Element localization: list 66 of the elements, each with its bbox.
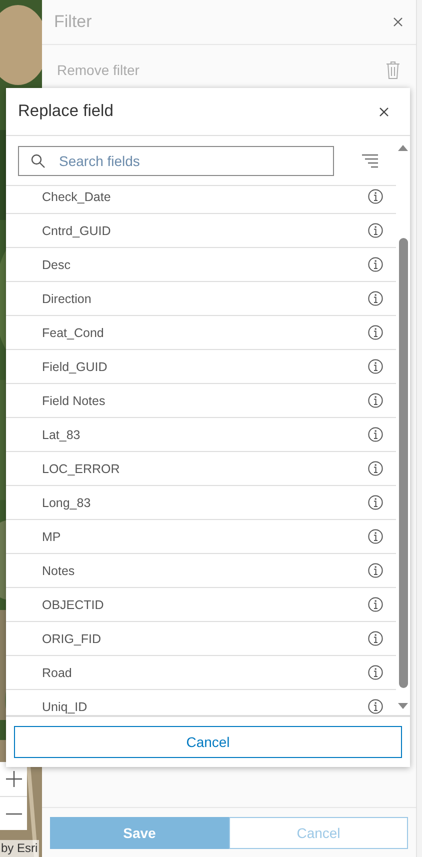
field-item[interactable]: Cntrd_GUID — [42, 224, 111, 238]
field-item[interactable]: Notes — [42, 564, 75, 578]
cancel-button[interactable]: Cancel — [14, 726, 402, 758]
info-button[interactable] — [368, 325, 383, 340]
field-item[interactable]: Long_83 — [42, 496, 91, 510]
info-icon — [368, 665, 383, 680]
close-icon — [392, 16, 404, 28]
field-item[interactable]: MP — [42, 530, 61, 544]
dialog-title: Replace field — [18, 102, 114, 121]
field-item[interactable]: Check_Date — [42, 190, 111, 204]
info-icon — [368, 223, 383, 238]
info-button[interactable] — [368, 223, 383, 238]
info-button[interactable] — [368, 359, 383, 374]
field-item[interactable]: Road — [42, 666, 72, 680]
field-item[interactable]: Desc — [42, 258, 70, 272]
info-button[interactable] — [368, 597, 383, 612]
close-button[interactable] — [392, 16, 404, 28]
info-icon — [368, 631, 383, 646]
info-icon — [368, 461, 383, 476]
info-button[interactable] — [368, 665, 383, 680]
info-icon — [368, 393, 383, 408]
info-button[interactable] — [368, 563, 383, 578]
info-icon — [368, 257, 383, 272]
info-button[interactable] — [368, 257, 383, 272]
minus-icon — [6, 812, 22, 814]
info-icon — [368, 563, 383, 578]
field-item[interactable]: Field Notes — [42, 394, 106, 408]
scroll-up-icon[interactable] — [398, 145, 408, 151]
info-button[interactable] — [368, 461, 383, 476]
info-icon — [368, 359, 383, 374]
panel-title: Filter — [54, 12, 92, 32]
info-icon — [368, 189, 383, 204]
info-icon — [368, 325, 383, 340]
info-icon — [368, 529, 383, 544]
info-button[interactable] — [368, 189, 383, 204]
info-button[interactable] — [368, 699, 383, 714]
scroll-down-icon[interactable] — [398, 703, 408, 709]
info-icon — [368, 291, 383, 306]
field-item[interactable]: OBJECTID — [42, 598, 104, 612]
search-icon — [31, 154, 45, 168]
trash-icon — [386, 61, 400, 79]
scrollbar-thumb[interactable] — [398, 238, 408, 688]
field-item[interactable]: LOC_ERROR — [42, 462, 120, 476]
close-button[interactable] — [378, 106, 390, 118]
plus-icon — [6, 771, 22, 787]
search-field[interactable]: Search fields — [18, 146, 334, 176]
close-icon — [378, 106, 390, 118]
field-item[interactable]: Feat_Cond — [42, 326, 104, 340]
map-attribution: by Esri — [0, 840, 39, 857]
info-button[interactable] — [368, 631, 383, 646]
info-button[interactable] — [368, 529, 383, 544]
field-item[interactable]: Lat_83 — [42, 428, 80, 442]
field-item[interactable]: ORIG_FID — [42, 632, 102, 646]
info-button[interactable] — [368, 291, 383, 306]
info-icon — [368, 427, 383, 442]
info-button[interactable] — [368, 427, 383, 442]
info-button[interactable] — [368, 495, 383, 510]
list-filter-icon — [362, 154, 378, 168]
info-icon — [368, 699, 383, 714]
field-item[interactable]: Direction — [42, 292, 92, 306]
field-item[interactable]: Field_GUID — [42, 360, 108, 374]
field-item[interactable]: Uniq_ID — [42, 700, 88, 714]
info-button[interactable] — [368, 393, 383, 408]
info-icon — [368, 597, 383, 612]
info-icon — [368, 495, 383, 510]
sort-button[interactable] — [362, 154, 378, 168]
